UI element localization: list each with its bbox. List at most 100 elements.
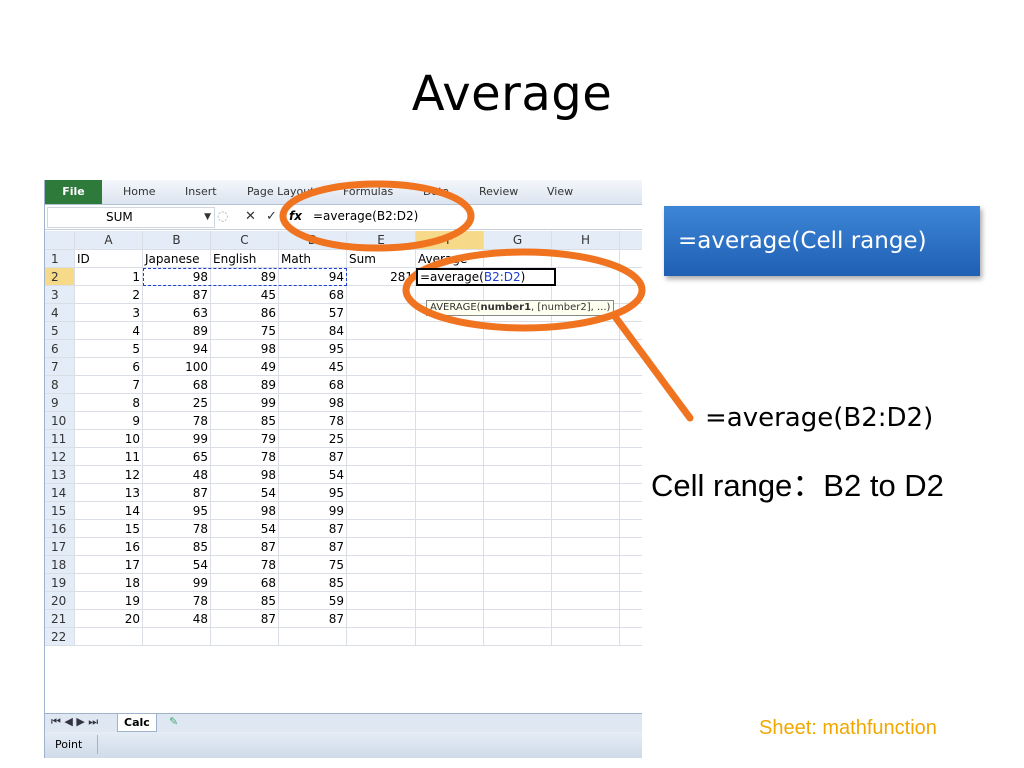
grid-cell[interactable] xyxy=(620,574,642,592)
grid-cell[interactable]: 87 xyxy=(211,538,279,556)
grid-cell[interactable]: 63 xyxy=(143,304,211,322)
grid-cell[interactable] xyxy=(143,628,211,646)
grid-cell[interactable]: 5 xyxy=(75,340,143,358)
grid-cell[interactable]: 48 xyxy=(143,610,211,628)
grid-cell[interactable]: 54 xyxy=(279,466,347,484)
row-header[interactable]: 10 xyxy=(45,412,75,430)
row-header[interactable]: 18 xyxy=(45,556,75,574)
row-header[interactable]: 7 xyxy=(45,358,75,376)
grid-cell[interactable]: 78 xyxy=(211,556,279,574)
grid-cell[interactable] xyxy=(620,610,642,628)
grid-cell[interactable]: 7 xyxy=(75,376,143,394)
tab-insert[interactable]: Insert xyxy=(185,180,217,204)
grid-cell[interactable] xyxy=(347,520,416,538)
grid-cell[interactable]: Math xyxy=(279,250,347,268)
grid-cell[interactable] xyxy=(620,592,642,610)
grid-cell[interactable] xyxy=(347,466,416,484)
grid-cell[interactable] xyxy=(347,592,416,610)
grid-cell[interactable] xyxy=(552,538,620,556)
grid-cell[interactable] xyxy=(620,538,642,556)
row-header[interactable]: 20 xyxy=(45,592,75,610)
grid-cell[interactable] xyxy=(552,556,620,574)
grid-cell[interactable]: 100 xyxy=(143,358,211,376)
grid-cell[interactable] xyxy=(620,358,642,376)
grid-cell[interactable] xyxy=(620,394,642,412)
grid-cell[interactable] xyxy=(552,358,620,376)
grid-cell[interactable] xyxy=(347,394,416,412)
grid-cell[interactable]: 59 xyxy=(279,592,347,610)
column-header-c[interactable]: C xyxy=(211,231,279,250)
grid-cell[interactable] xyxy=(416,412,484,430)
grid-cell[interactable]: 11 xyxy=(75,448,143,466)
grid-cell[interactable] xyxy=(552,610,620,628)
grid-cell[interactable]: 75 xyxy=(211,322,279,340)
grid-cell[interactable]: 85 xyxy=(211,412,279,430)
grid-cell[interactable] xyxy=(347,538,416,556)
grid-cell[interactable] xyxy=(552,448,620,466)
row-header[interactable]: 2 xyxy=(45,268,75,286)
grid-cell[interactable]: 49 xyxy=(211,358,279,376)
active-cell-f2[interactable]: =average(B2:D2) xyxy=(416,268,556,286)
column-header-g[interactable]: G xyxy=(484,231,552,250)
grid-cell[interactable] xyxy=(416,592,484,610)
row-header[interactable]: 11 xyxy=(45,430,75,448)
grid-cell[interactable]: Average xyxy=(416,250,484,268)
column-header-e[interactable]: E xyxy=(347,231,416,250)
grid-cell[interactable] xyxy=(347,448,416,466)
grid-cell[interactable] xyxy=(347,574,416,592)
grid-cell[interactable]: Sum xyxy=(347,250,416,268)
column-header-h[interactable]: H xyxy=(552,231,620,250)
grid-cell[interactable] xyxy=(484,430,552,448)
grid-cell[interactable] xyxy=(552,574,620,592)
grid-cell[interactable] xyxy=(347,322,416,340)
grid-cell[interactable] xyxy=(484,412,552,430)
grid-cell[interactable]: 68 xyxy=(279,286,347,304)
grid-cell[interactable]: 14 xyxy=(75,502,143,520)
grid-cell[interactable] xyxy=(552,628,620,646)
grid-cell[interactable]: 68 xyxy=(143,376,211,394)
grid-cell[interactable] xyxy=(416,538,484,556)
row-header[interactable]: 9 xyxy=(45,394,75,412)
grid-cell[interactable] xyxy=(75,628,143,646)
grid-cell[interactable]: 87 xyxy=(279,520,347,538)
grid-cell[interactable] xyxy=(416,574,484,592)
grid-cell[interactable] xyxy=(416,484,484,502)
grid-cell[interactable] xyxy=(484,592,552,610)
grid-cell[interactable] xyxy=(416,340,484,358)
grid-cell[interactable] xyxy=(484,394,552,412)
grid-cell[interactable]: 8 xyxy=(75,394,143,412)
grid-cell[interactable]: 78 xyxy=(279,412,347,430)
grid-cell[interactable] xyxy=(347,430,416,448)
grid-cell[interactable]: 87 xyxy=(279,610,347,628)
row-header[interactable]: 14 xyxy=(45,484,75,502)
tab-review[interactable]: Review xyxy=(479,180,518,204)
grid-cell[interactable] xyxy=(279,628,347,646)
grid-cell[interactable] xyxy=(484,322,552,340)
grid-cell[interactable] xyxy=(552,340,620,358)
grid-cell[interactable]: 54 xyxy=(143,556,211,574)
grid-cell[interactable]: 98 xyxy=(211,340,279,358)
grid-cell[interactable] xyxy=(347,502,416,520)
grid-cell[interactable] xyxy=(620,304,642,322)
grid-cell[interactable]: 17 xyxy=(75,556,143,574)
grid-cell[interactable]: 20 xyxy=(75,610,143,628)
tab-data[interactable]: Data xyxy=(423,180,449,204)
row-header[interactable]: 16 xyxy=(45,520,75,538)
grid-cell[interactable] xyxy=(620,520,642,538)
grid-cell[interactable]: 94 xyxy=(143,340,211,358)
sheet-tab-calc[interactable]: Calc xyxy=(117,714,157,732)
grid-cell[interactable]: 6 xyxy=(75,358,143,376)
grid-cell[interactable] xyxy=(484,448,552,466)
grid-cell[interactable] xyxy=(484,538,552,556)
grid-cell[interactable]: 10 xyxy=(75,430,143,448)
grid-cell[interactable] xyxy=(416,502,484,520)
grid-cell[interactable] xyxy=(552,592,620,610)
grid-cell[interactable]: 3 xyxy=(75,304,143,322)
name-box[interactable]: SUM ▼ xyxy=(47,207,215,228)
grid-cell[interactable]: 87 xyxy=(211,610,279,628)
grid-cell[interactable]: 87 xyxy=(143,286,211,304)
grid-cell[interactable]: Japanese xyxy=(143,250,211,268)
row-header[interactable]: 22 xyxy=(45,628,75,646)
grid-cell[interactable] xyxy=(416,448,484,466)
grid-cell[interactable]: 89 xyxy=(211,376,279,394)
